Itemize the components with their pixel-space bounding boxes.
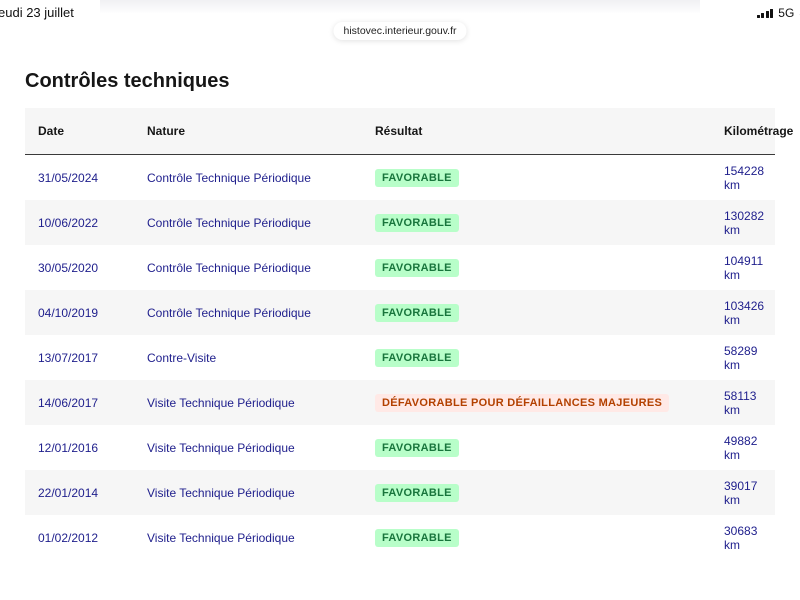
cell-result: FAVORABLE [362, 245, 711, 290]
header-mileage[interactable]: Kilométrage [711, 108, 793, 155]
table-row: 14/06/2017 Visite Technique Périodique DÉF… [25, 380, 775, 425]
status-right: 5G 8 [756, 6, 800, 20]
status-badge: FAVORABLE [375, 348, 459, 367]
cell-date: 04/10/2019 [38, 305, 99, 320]
address-bar[interactable]: histovec.interieur.gouv.fr [333, 22, 467, 40]
cell-mileage: 30683 km [724, 523, 758, 552]
cell-mileage: 58113 km [724, 388, 757, 417]
table-row: 12/01/2016 Visite Technique Périodique FAV… [25, 425, 775, 470]
status-badge: DÉFAVORABLE POUR DÉFAILLANCES MAJEURES [375, 393, 670, 412]
status-bar: eudi 23 juillet 5G 8 [0, 0, 800, 24]
inspections-table: Date Nature Résultat Kilométrage 31/05/2… [25, 108, 793, 561]
cell-nature: Contrôle Technique Périodique [147, 260, 311, 275]
header-nature[interactable]: Nature [134, 108, 362, 155]
status-badge: FAVORABLE [375, 258, 459, 277]
cell-mileage: 104911 km [724, 253, 764, 282]
table-row: 01/02/2012 Visite Technique Périodique FAV… [25, 515, 775, 560]
cell-date: 31/05/2024 [38, 170, 99, 185]
cell-nature: Contrôle Technique Périodique [147, 215, 311, 230]
cell-result: FAVORABLE [362, 515, 711, 560]
table-row: 31/05/2024 Contrôle Technique Périodique F… [25, 155, 775, 201]
cell-mileage: 58289 km [724, 343, 758, 372]
cell-result: FAVORABLE [362, 200, 711, 245]
cell-result: FAVORABLE [362, 290, 711, 335]
table-row: 22/01/2014 Visite Technique Périodique FAV… [25, 470, 775, 515]
table-header: Date Nature Résultat Kilométrage [25, 108, 793, 155]
cell-mileage: 49882 km [724, 433, 758, 462]
network-label: 5G [778, 6, 795, 20]
cell-mileage: 130282 km [724, 208, 765, 237]
page-title: Contrôles techniques [25, 70, 230, 92]
table-header-row: Date Nature Résultat Kilométrage [25, 108, 793, 155]
cell-result: FAVORABLE [362, 425, 711, 470]
cell-date: 22/01/2014 [38, 485, 99, 500]
cell-mileage: 154228 km [724, 163, 765, 192]
address-url: histovec.interieur.gouv.fr [343, 25, 457, 37]
cell-nature: Contrôle Technique Périodique [147, 305, 311, 320]
status-badge: FAVORABLE [375, 438, 459, 457]
cell-nature: Visite Technique Périodique [147, 530, 295, 545]
cell-date: 12/01/2016 [38, 440, 99, 455]
cell-date: 01/02/2012 [38, 530, 99, 545]
table-row: 04/10/2019 Contrôle Technique Périodique F… [25, 290, 775, 335]
table-row: 10/06/2022 Contrôle Technique Périodique F… [25, 200, 775, 245]
cell-result: FAVORABLE [362, 470, 711, 515]
cell-date: 14/06/2017 [38, 395, 99, 410]
table-row: 30/05/2020 Contrôle Technique Périodique F… [25, 245, 775, 290]
status-date: eudi 23 juillet [0, 5, 74, 20]
status-badge: FAVORABLE [375, 303, 459, 322]
signal-strength-icon [756, 8, 774, 18]
cell-date: 13/07/2017 [38, 350, 99, 365]
cell-nature: Contre-Visite [147, 350, 217, 365]
cell-mileage: 39017 km [724, 478, 758, 507]
header-result[interactable]: Résultat [362, 108, 711, 155]
table-body: 31/05/2024 Contrôle Technique Périodique F… [25, 155, 775, 561]
cell-mileage: 103426 km [724, 298, 765, 327]
cell-date: 30/05/2020 [38, 260, 99, 275]
cell-nature: Contrôle Technique Périodique [147, 170, 311, 185]
cell-result: DÉFAVORABLE POUR DÉFAILLANCES MAJEURES [362, 380, 711, 425]
cell-date: 10/06/2022 [38, 215, 99, 230]
header-date[interactable]: Date [25, 108, 134, 155]
table-row: 13/07/2017 Contre-Visite FAVORABLE 58289 km [25, 335, 775, 380]
status-badge: FAVORABLE [375, 168, 459, 187]
cell-nature: Visite Technique Périodique [147, 485, 295, 500]
status-badge: FAVORABLE [375, 213, 459, 232]
cell-result: FAVORABLE [362, 335, 711, 380]
status-badge: FAVORABLE [375, 528, 459, 547]
inspections-table-container: Date Nature Résultat Kilométrage 31/05/2… [25, 108, 793, 561]
cell-result: FAVORABLE [362, 155, 711, 201]
status-badge: FAVORABLE [375, 483, 459, 502]
cell-nature: Visite Technique Périodique [147, 440, 295, 455]
cell-nature: Visite Technique Périodique [147, 395, 295, 410]
